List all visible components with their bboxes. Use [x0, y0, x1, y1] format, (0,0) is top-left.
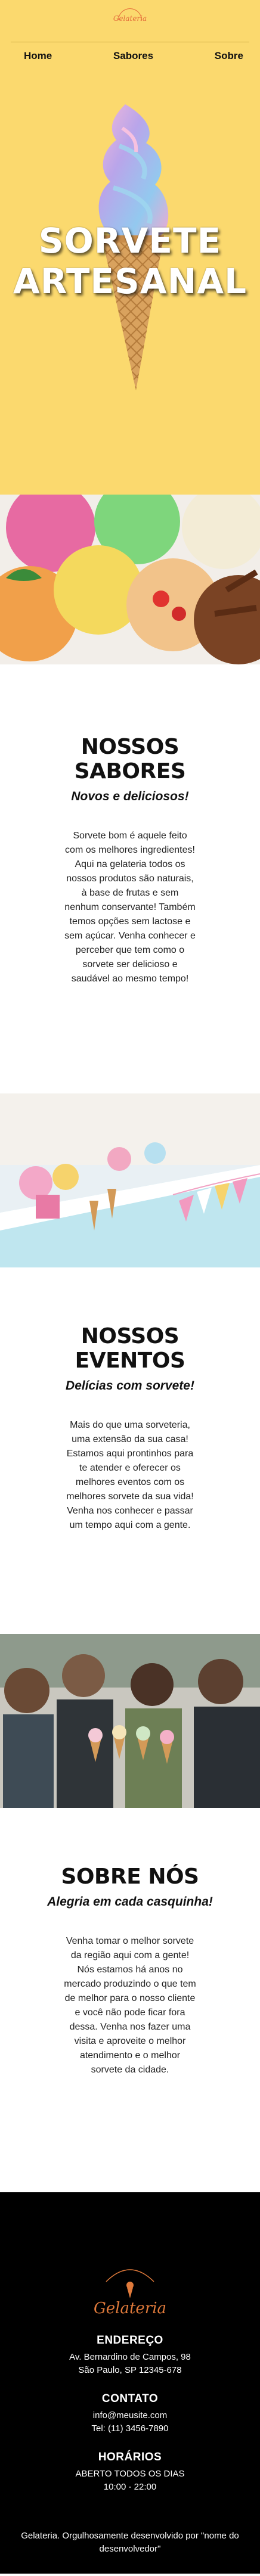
party-table-image: [0, 1093, 260, 1267]
main-nav: Home Sabores Sobre: [0, 42, 260, 70]
hero-title-line2: ARTESANAL: [13, 261, 247, 302]
flavors-subtitle: Novos e deliciosos!: [71, 790, 189, 803]
footer-logo[interactable]: Gelateria: [0, 2258, 260, 2317]
events-title: NOSSOS EVENTOS: [75, 1324, 185, 1373]
logo[interactable]: Gelateria: [103, 6, 157, 30]
about-section: SOBRE NÓS Alegria em cada casquinha! Ven…: [0, 1808, 260, 2192]
footer-hours-line1: ABERTO TODOS OS DIAS: [75, 2469, 185, 2479]
flavors-body: Sorvete bom é aquele feito com os melhor…: [64, 831, 196, 984]
nav-home-link[interactable]: Home: [24, 50, 52, 62]
hero-title: SORVETE ARTESANAL: [0, 220, 260, 302]
events-subtitle: Delícias com sorvete!: [66, 1379, 194, 1393]
about-subtitle: Alegria em cada casquinha!: [47, 1895, 213, 1909]
footer-hours-title: HORÁRIOS: [98, 2451, 162, 2463]
footer-address-line2: São Paulo, SP 12345-678: [78, 2365, 182, 2375]
ice-cream-scoops-image: [0, 495, 260, 664]
logo-arc-icon: [118, 8, 142, 20]
footer: Gelateria ENDEREÇO Av. Bernardino de Cam…: [0, 2192, 260, 2574]
footer-hours-line2: 10:00 - 22:00: [103, 2482, 157, 2492]
about-body: Venha tomar o melhor sorvete da região a…: [64, 1936, 196, 2075]
events-body: Mais do que uma sorveteria, uma extensão…: [66, 1420, 194, 1530]
footer-contact-title: CONTATO: [101, 2392, 159, 2405]
nav-sobre-link[interactable]: Sobre: [215, 50, 243, 62]
events-section: NOSSOS EVENTOS Delícias com sorvete! Mai…: [0, 1267, 260, 1634]
friends-toasting-image: [0, 1634, 260, 1808]
flavors-title: NOSSOS SABORES: [74, 735, 186, 784]
nav-sabores-link[interactable]: Sabores: [113, 50, 153, 62]
footer-credit: Gelateria. Orgulhosamente desenvolvido p…: [21, 2531, 239, 2554]
top-bar: Gelateria: [0, 0, 260, 41]
footer-logo-text: Gelateria: [93, 2300, 167, 2317]
footer-address-title: ENDEREÇO: [97, 2334, 163, 2347]
footer-logo-icon: [106, 2269, 154, 2298]
about-title: SOBRE NÓS: [61, 1865, 199, 1889]
footer-phone: Tel: (11) 3456-7890: [91, 2423, 169, 2434]
footer-email-link[interactable]: info@meusite.com: [0, 2409, 260, 2422]
flavors-section: NOSSOS SABORES Novos e deliciosos! Sorve…: [0, 664, 260, 1093]
footer-address-line1: Av. Bernardino de Campos, 98: [69, 2352, 191, 2362]
hero-section: Gelateria Home Sabores Sobre SORVETE ART…: [0, 0, 260, 495]
hero-title-line1: SORVETE: [38, 220, 222, 261]
